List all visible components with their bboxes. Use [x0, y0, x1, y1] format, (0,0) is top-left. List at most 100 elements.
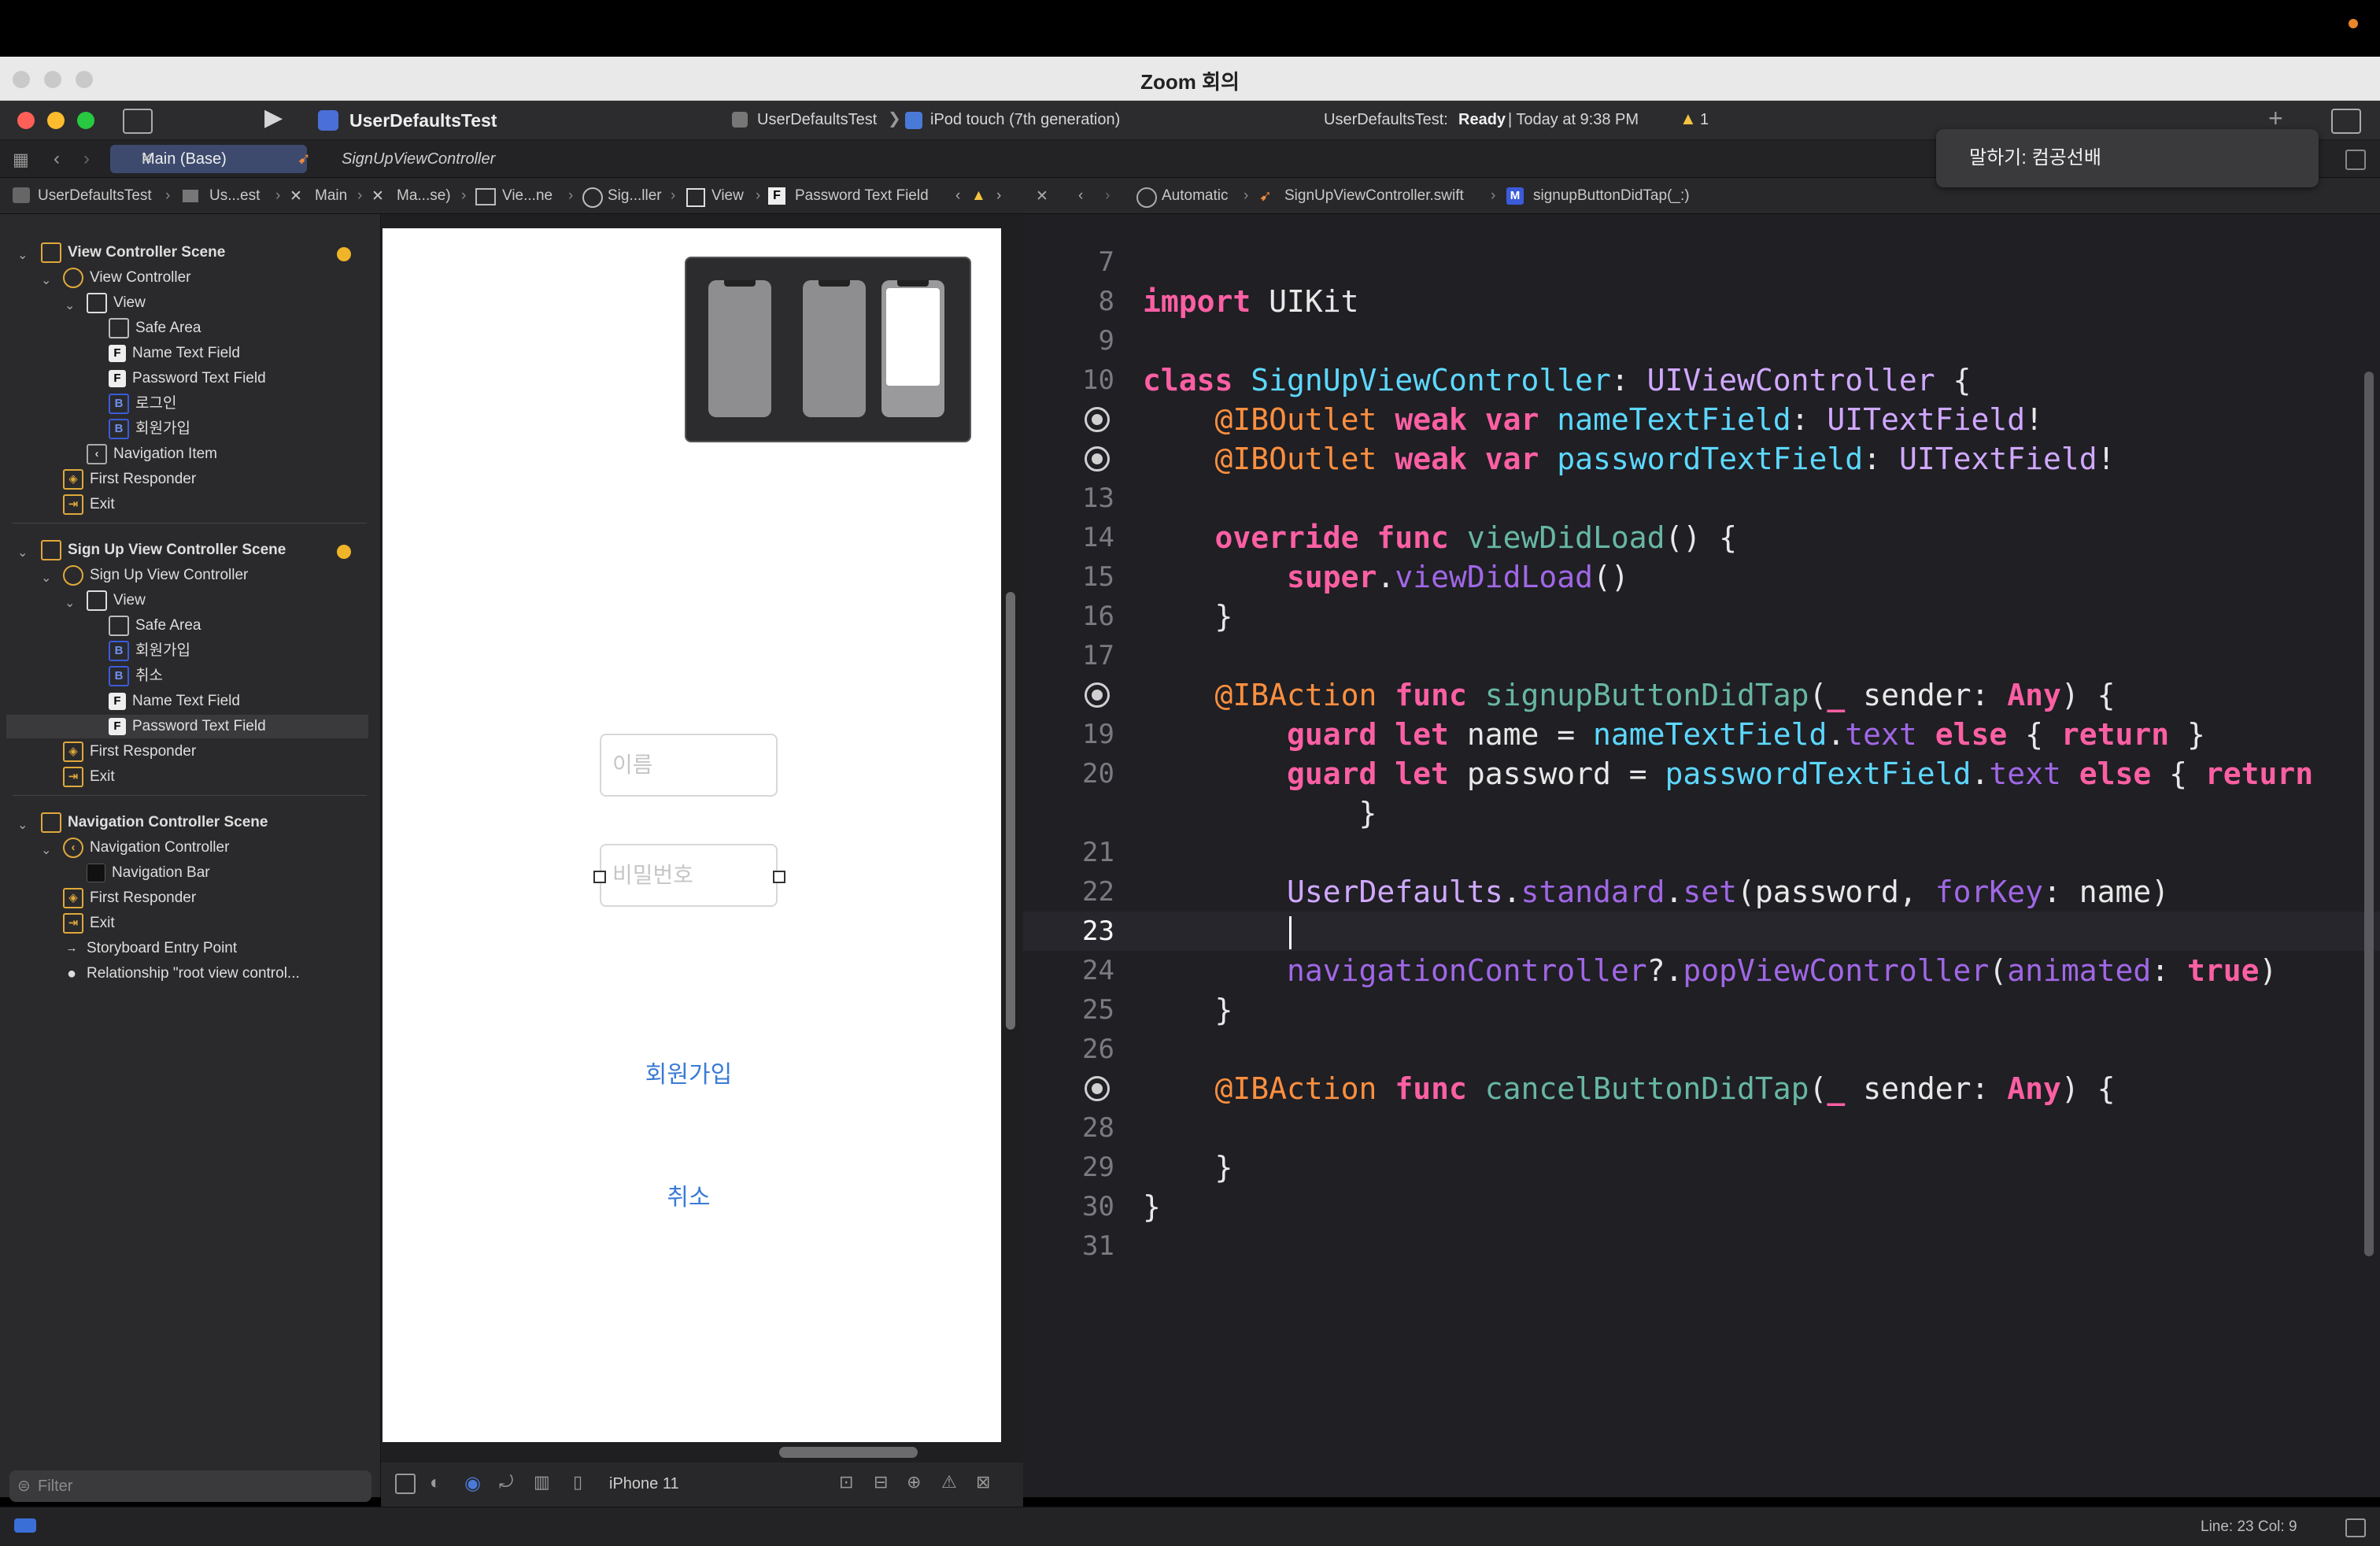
inspector-toggle-icon[interactable] [2331, 109, 2361, 134]
accessibility-icon[interactable]: ◉ [464, 1472, 481, 1495]
chevron-down-icon[interactable]: ⌄ [17, 247, 28, 263]
code-line[interactable]: } [1023, 793, 2380, 833]
code-line[interactable]: 9 [1023, 321, 2380, 361]
cancel-button[interactable]: 취소 [600, 1178, 778, 1212]
outline-item[interactable]: B 로그인 [109, 392, 176, 416]
code-line[interactable]: 29 } [1023, 1148, 2380, 1187]
jumpbar-item[interactable]: Us...est [209, 187, 260, 205]
code-line[interactable]: 20 guard let password = passwordTextFiel… [1023, 754, 2380, 793]
chevron-down-icon[interactable]: ⌄ [41, 570, 51, 586]
forward-icon[interactable]: › [1105, 187, 1110, 205]
code-line[interactable]: 21 [1023, 833, 2380, 872]
jumpbar-item-current[interactable]: Password Text Field [795, 187, 929, 205]
code-line[interactable]: 7 [1023, 242, 2380, 282]
signup-button[interactable]: 회원가입 [600, 1055, 778, 1089]
outline-item[interactable]: ● Relationship "root view control... [63, 962, 300, 986]
close-icon[interactable]: ✕ [1036, 187, 1048, 205]
outline-item[interactable]: Safe Area [109, 614, 201, 638]
code-line[interactable]: 28 [1023, 1108, 2380, 1148]
run-icon[interactable]: ▶ [264, 104, 283, 131]
debug-area-toggle-icon[interactable] [14, 1518, 36, 1533]
outline-item[interactable]: View [87, 291, 146, 315]
warning-icon[interactable]: ▲ [1680, 109, 1697, 129]
outline-item[interactable]: Safe Area [109, 316, 201, 340]
tab-signup-view-controller[interactable]: ➹ SignUpViewController [291, 145, 512, 173]
minimap-scene[interactable] [708, 280, 771, 417]
code-line[interactable]: 8 import UIKit [1023, 282, 2380, 321]
appearance-icon[interactable]: ◐ [430, 1472, 442, 1494]
chevron-down-icon[interactable]: ⌄ [41, 842, 51, 858]
code-line[interactable]: @IBAction func cancelButtonDidTap(_ send… [1023, 1069, 2380, 1108]
code-line[interactable]: 16 } [1023, 597, 2380, 636]
add-constraints-icon[interactable]: ⊕ [907, 1472, 921, 1492]
outline-scene[interactable]: Sign Up View Controller Scene [41, 538, 286, 562]
code-line-current[interactable]: 23 [1023, 912, 2380, 951]
outline-item[interactable]: Sign Up View Controller [63, 564, 248, 587]
action-connection-icon[interactable] [1085, 1076, 1110, 1101]
outline-item[interactable]: F Name Text Field [109, 342, 240, 365]
sidebar-toggle-icon[interactable] [123, 109, 153, 134]
outlet-connection-icon[interactable] [1085, 446, 1110, 472]
outline-item[interactable]: → Storyboard Entry Point [63, 937, 238, 960]
code-line[interactable]: 24 navigationController?.popViewControll… [1023, 951, 2380, 990]
next-issue-icon[interactable]: › [996, 187, 1001, 205]
code-line[interactable]: 31 [1023, 1226, 2380, 1266]
device-selector[interactable]: iPod touch (7th generation) [930, 111, 1120, 129]
jumpbar-item[interactable]: UserDefaultsTest [38, 187, 152, 205]
chevron-down-icon[interactable]: ⌄ [65, 595, 75, 611]
resolve-issues-icon[interactable]: ⚠ [941, 1472, 957, 1492]
code-line[interactable]: @IBOutlet weak var passwordTextField: UI… [1023, 439, 2380, 479]
code-line[interactable]: 17 [1023, 636, 2380, 675]
code-line[interactable]: @IBOutlet weak var nameTextField: UIText… [1023, 400, 2380, 439]
outline-item[interactable]: ⇥ Exit [63, 765, 115, 789]
warning-badge[interactable] [337, 247, 351, 261]
code-line[interactable]: 30} [1023, 1187, 2380, 1226]
related-items-icon[interactable] [1136, 187, 1157, 208]
resize-handle[interactable] [773, 871, 785, 883]
code-line[interactable]: 15 super.viewDidLoad() [1023, 557, 2380, 597]
outline-item[interactable]: ◈ First Responder [63, 886, 196, 910]
device-icon[interactable]: ▯ [573, 1472, 582, 1492]
jumpbar-item[interactable]: Automatic [1162, 187, 1228, 205]
minimap-scene[interactable] [803, 280, 866, 417]
outline-item[interactable]: ‹ Navigation Controller [63, 836, 229, 860]
scheme-selector[interactable]: UserDefaultsTest [757, 111, 877, 129]
outline-item-selected[interactable]: F Password Text Field [6, 715, 368, 738]
minimize-button[interactable] [47, 112, 65, 129]
code-line[interactable]: 22 UserDefaults.standard.set(password, f… [1023, 872, 2380, 912]
canvas-horizontal-scrollbar[interactable] [779, 1447, 918, 1458]
editor-scrollbar[interactable] [2364, 372, 2374, 1256]
chevron-down-icon[interactable]: ⌄ [17, 545, 28, 560]
jumpbar-item[interactable]: Vie...ne [502, 187, 552, 205]
align-icon[interactable]: ⊟ [874, 1472, 888, 1492]
outline-item[interactable]: View Controller [63, 266, 190, 290]
code-line[interactable]: 19 guard let name = nameTextField.text e… [1023, 715, 2380, 754]
outline-item[interactable]: B 회원가입 [109, 417, 190, 441]
code-line[interactable]: 26 [1023, 1030, 2380, 1069]
device-config-label[interactable]: iPhone 11 [609, 1475, 679, 1493]
outline-item[interactable]: Navigation Bar [87, 861, 210, 885]
back-icon[interactable]: ‹ [54, 148, 60, 170]
outline-item[interactable]: View [87, 589, 146, 612]
outline-item[interactable]: F Password Text Field [109, 367, 266, 390]
orientation-icon[interactable]: ⤾ [499, 1472, 513, 1492]
outline-item[interactable]: ⇥ Exit [63, 912, 115, 935]
canvas-minimap[interactable] [685, 257, 971, 442]
outline-item[interactable]: B 취소 [109, 664, 163, 688]
password-text-field[interactable]: 비밀번호 [600, 844, 778, 907]
embed-icon[interactable]: ⊠ [976, 1472, 990, 1492]
outline-item[interactable]: B 회원가입 [109, 639, 190, 663]
resize-handle[interactable] [593, 871, 606, 883]
code-line[interactable]: 25 } [1023, 990, 2380, 1030]
adaptation-icon[interactable]: ▥ [534, 1472, 550, 1492]
code-editor[interactable]: 7 8 import UIKit 9 10 class SignUpViewCont… [1023, 214, 2380, 1497]
chevron-down-icon[interactable]: ⌄ [65, 298, 75, 313]
outline-item[interactable]: ⇥ Exit [63, 493, 115, 516]
warning-badge[interactable] [337, 545, 351, 559]
back-icon[interactable]: ‹ [1078, 187, 1083, 205]
outline-item[interactable]: ◈ First Responder [63, 468, 196, 491]
action-connection-icon[interactable] [1085, 682, 1110, 708]
outline-scene[interactable]: Navigation Controller Scene [41, 811, 268, 834]
jumpbar-item-current[interactable]: signupButtonDidTap(_:) [1533, 187, 1690, 205]
forward-icon[interactable]: › [83, 148, 90, 170]
